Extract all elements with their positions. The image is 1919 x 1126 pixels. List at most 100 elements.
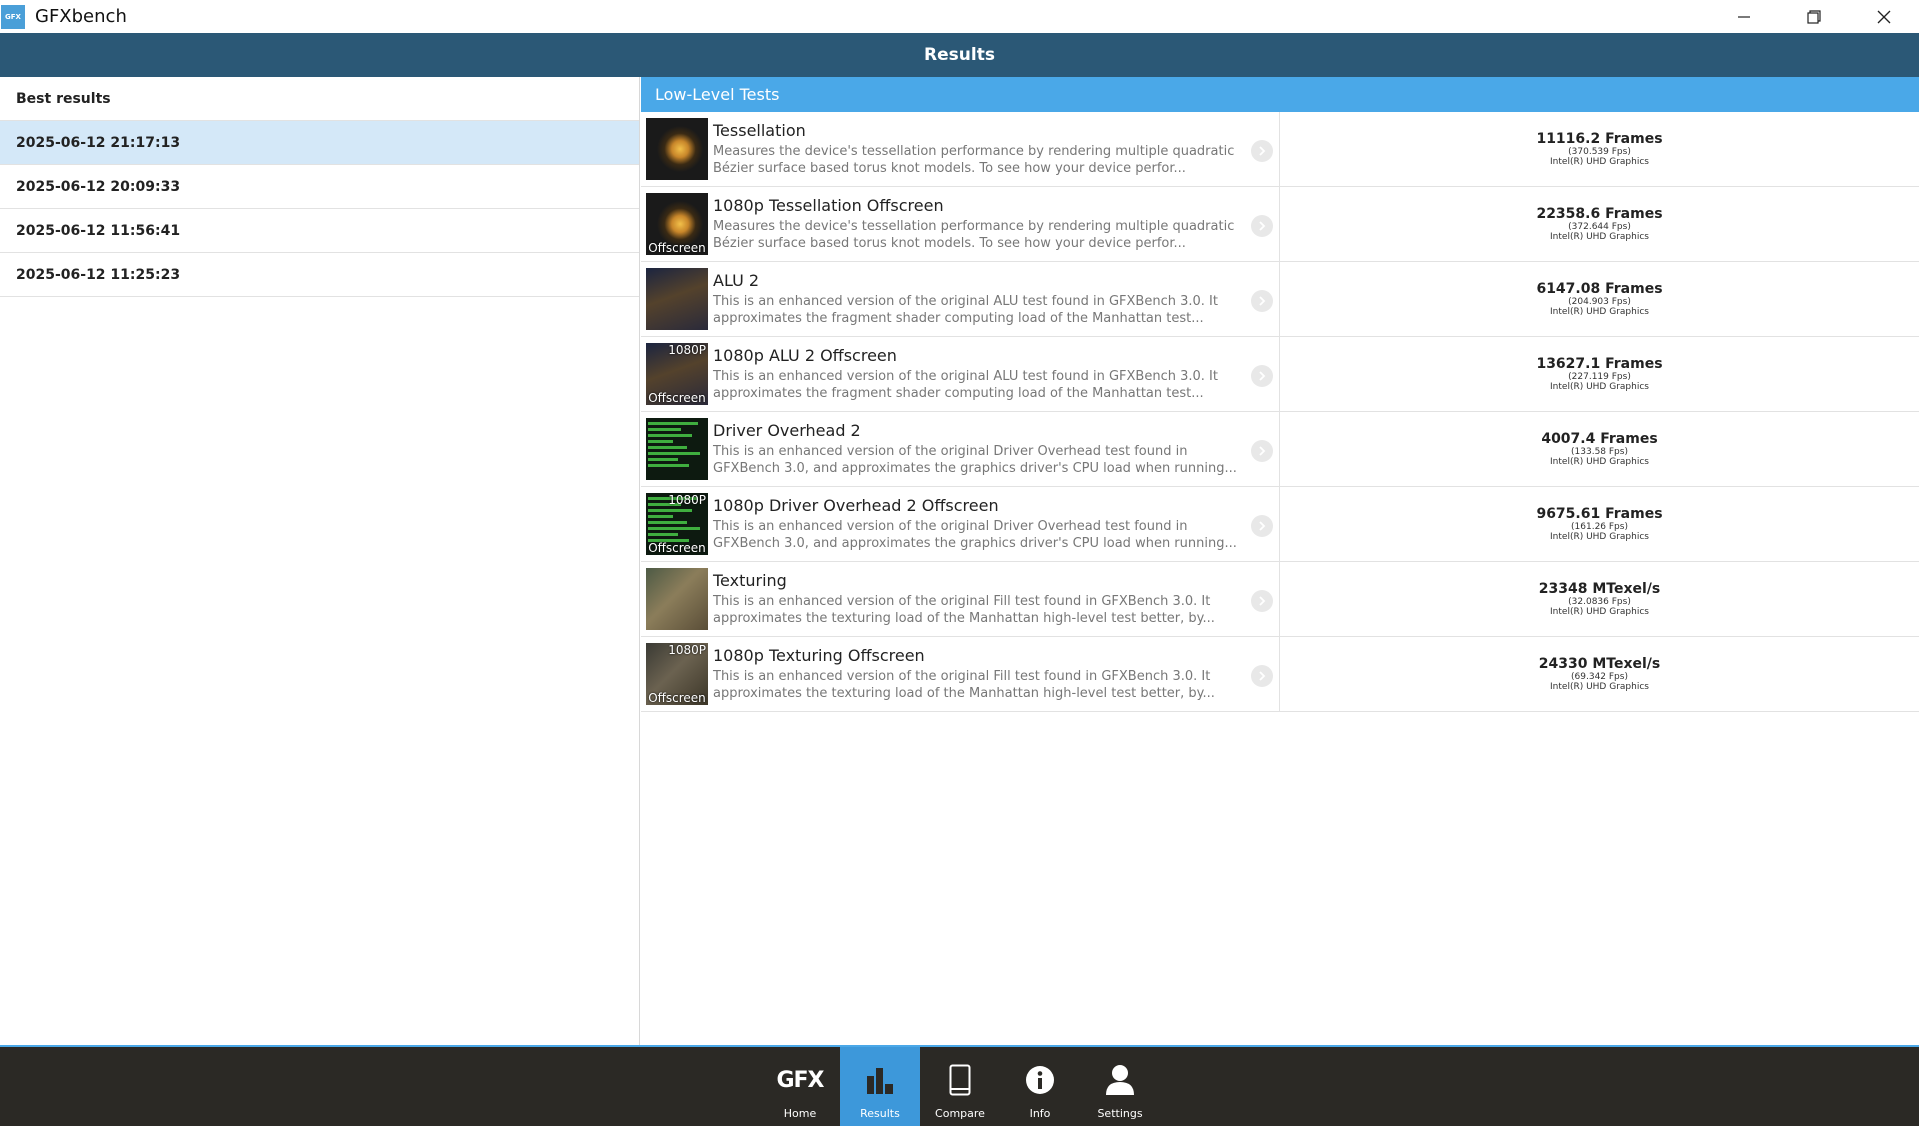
test-thumbnail — [646, 118, 708, 180]
test-score-cell: 4007.4 Frames (133.58 Fps) Intel(R) UHD Gr… — [1280, 412, 1919, 486]
thumbnail-resolution-tag: 1080P — [668, 343, 706, 357]
best-results-heading: Best results — [0, 77, 639, 121]
nav-home[interactable]: GFX Home — [760, 1047, 840, 1126]
chevron-right-icon[interactable] — [1251, 140, 1273, 162]
test-score: 11116.2 Frames — [1536, 131, 1663, 147]
chevron-right-glyph — [1259, 596, 1266, 606]
test-score: 24330 MTexel/s — [1538, 656, 1661, 672]
page-header: Results — [0, 33, 1919, 77]
test-fps: (372.644 Fps) — [1568, 222, 1631, 232]
test-name: 1080p ALU 2 Offscreen — [713, 346, 897, 365]
test-fps: (133.58 Fps) — [1571, 447, 1628, 457]
test-info: Texturing This is an enhanced version of … — [713, 571, 1243, 627]
phone-icon — [949, 1064, 971, 1096]
test-description: This is an enhanced version of the origi… — [713, 594, 1215, 626]
chevron-right-icon[interactable] — [1251, 440, 1273, 462]
chevron-right-icon[interactable] — [1251, 290, 1273, 312]
test-name: Driver Overhead 2 — [713, 421, 861, 440]
test-item[interactable]: ALU 2 This is an enhanced version of the … — [641, 262, 1280, 336]
gfx-logo-icon: GFX — [776, 1067, 824, 1093]
nav-icon-wrap — [1105, 1059, 1135, 1101]
result-date-item[interactable]: 2025-06-12 11:25:23 — [0, 253, 639, 297]
chevron-right-icon[interactable] — [1251, 515, 1273, 537]
user-icon — [1106, 1065, 1134, 1095]
chevron-right-glyph — [1259, 446, 1266, 456]
test-name: Texturing — [713, 571, 787, 590]
nav-icon-wrap: GFX — [776, 1059, 824, 1101]
chevron-right-icon[interactable] — [1251, 665, 1273, 687]
test-item[interactable]: Texturing This is an enhanced version of … — [641, 562, 1280, 636]
test-thumbnail: 1080P Offscreen — [646, 493, 708, 555]
test-gpu: Intel(R) UHD Graphics — [1550, 307, 1649, 317]
test-item[interactable]: Tessellation Measures the device's tessel… — [641, 112, 1280, 186]
date-list: 2025-06-12 21:17:13 2025-06-12 20:09:33 20… — [0, 121, 639, 297]
test-score-cell: 6147.08 Frames (204.903 Fps) Intel(R) UHD … — [1280, 262, 1919, 336]
test-fps: (161.26 Fps) — [1571, 522, 1628, 532]
section-title: Low-Level Tests — [655, 85, 780, 104]
test-item[interactable]: 1080P Offscreen 1080p Texturing Offscreen T… — [641, 637, 1280, 711]
test-info: Driver Overhead 2 This is an enhanced ver… — [713, 421, 1243, 477]
result-date-item[interactable]: 2025-06-12 20:09:33 — [0, 165, 639, 209]
nav-label: Home — [783, 1107, 817, 1120]
test-score-cell: 13627.1 Frames (227.119 Fps) Intel(R) UHD … — [1280, 337, 1919, 411]
test-description: This is an enhanced version of the origi… — [713, 294, 1218, 326]
chevron-right-icon[interactable] — [1251, 215, 1273, 237]
test-info: ALU 2 This is an enhanced version of the … — [713, 271, 1243, 327]
test-score: 23348 MTexel/s — [1538, 581, 1661, 597]
test-thumbnail: Offscreen — [646, 193, 708, 255]
test-list: Tessellation Measures the device's tessel… — [641, 112, 1919, 712]
test-score: 22358.6 Frames — [1536, 206, 1663, 222]
test-description: This is an enhanced version of the origi… — [713, 444, 1237, 476]
chevron-right-icon[interactable] — [1251, 365, 1273, 387]
test-item[interactable]: 1080P Offscreen 1080p ALU 2 Offscreen This … — [641, 337, 1280, 411]
nav-compare[interactable]: Compare — [920, 1047, 1000, 1126]
restore-icon — [1807, 9, 1821, 24]
test-row: 1080P Offscreen 1080p Driver Overhead 2 Of… — [641, 487, 1919, 562]
result-date-item[interactable]: 2025-06-12 11:56:41 — [0, 209, 639, 253]
test-row: Texturing This is an enhanced version of … — [641, 562, 1919, 637]
test-row: 1080P Offscreen 1080p ALU 2 Offscreen This … — [641, 337, 1919, 412]
best-results-panel: Best results 2025-06-12 21:17:13 2025-06-… — [0, 77, 640, 1045]
test-item[interactable]: Driver Overhead 2 This is an enhanced ver… — [641, 412, 1280, 486]
info-icon — [1026, 1066, 1054, 1094]
nav-settings[interactable]: Settings — [1080, 1047, 1160, 1126]
test-score: 9675.61 Frames — [1536, 506, 1663, 522]
test-item[interactable]: 1080P Offscreen 1080p Driver Overhead 2 Of… — [641, 487, 1280, 561]
chevron-right-glyph — [1259, 296, 1266, 306]
result-date-item[interactable]: 2025-06-12 21:17:13 — [0, 121, 639, 165]
close-button[interactable] — [1849, 0, 1919, 33]
chevron-right-icon[interactable] — [1251, 590, 1273, 612]
test-fps: (227.119 Fps) — [1568, 372, 1631, 382]
test-row: Driver Overhead 2 This is an enhanced ver… — [641, 412, 1919, 487]
test-name: 1080p Texturing Offscreen — [713, 646, 925, 665]
bottom-nav: GFX Home Results Compare Info Settings — [0, 1047, 1919, 1126]
nav-info[interactable]: Info — [1000, 1047, 1080, 1126]
chevron-right-glyph — [1259, 521, 1266, 531]
test-gpu: Intel(R) UHD Graphics — [1550, 532, 1649, 542]
test-name: ALU 2 — [713, 271, 760, 290]
test-score: 4007.4 Frames — [1541, 431, 1658, 447]
results-panel: Low-Level Tests Tessellation Measures the… — [641, 77, 1919, 1045]
window-controls — [1709, 0, 1919, 33]
test-row: Tessellation Measures the device's tessel… — [641, 112, 1919, 187]
nav-results[interactable]: Results — [840, 1047, 920, 1126]
test-thumbnail — [646, 568, 708, 630]
app-logo-icon: GFX — [1, 4, 25, 29]
nav-icon-wrap — [949, 1059, 971, 1101]
test-name: Tessellation — [713, 121, 806, 140]
test-score-cell: 11116.2 Frames (370.539 Fps) Intel(R) UHD … — [1280, 112, 1919, 186]
restore-button[interactable] — [1779, 0, 1849, 33]
bar-chart-icon — [867, 1068, 893, 1094]
test-gpu: Intel(R) UHD Graphics — [1550, 232, 1649, 242]
minimize-button[interactable] — [1709, 0, 1779, 33]
window-title: GFXbench — [35, 6, 127, 27]
test-name: 1080p Tessellation Offscreen — [713, 196, 944, 215]
test-item[interactable]: Offscreen 1080p Tessellation Offscreen Mea… — [641, 187, 1280, 261]
test-description: This is an enhanced version of the origi… — [713, 519, 1237, 551]
nav-label: Settings — [1097, 1107, 1143, 1120]
test-fps: (204.903 Fps) — [1568, 297, 1631, 307]
test-info: 1080p ALU 2 Offscreen This is an enhanced… — [713, 346, 1243, 402]
title-bar: GFX GFXbench — [0, 0, 1919, 33]
test-score: 13627.1 Frames — [1536, 356, 1663, 372]
chevron-right-glyph — [1259, 146, 1266, 156]
